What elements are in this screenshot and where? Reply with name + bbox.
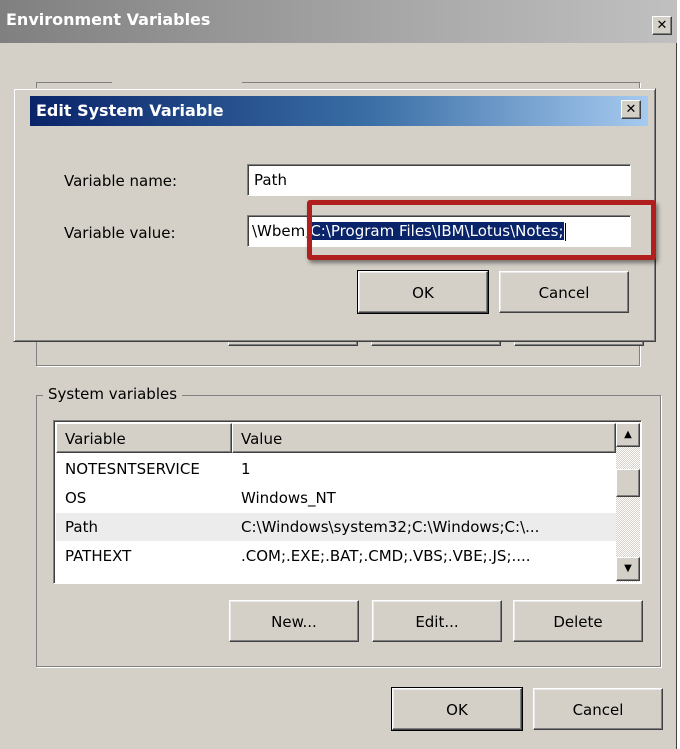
row-variable-name: PATHEXT [65,547,132,565]
variable-name-field[interactable]: Path [247,164,631,196]
user-variables-group-label [112,70,242,84]
system-variables-list[interactable]: Variable Value NOTESNTSERVICE 1 OS Windo… [53,420,642,584]
row-variable-value: Windows_NT [241,489,336,507]
system-delete-button[interactable]: Delete [513,600,643,642]
env-close-button[interactable]: ✕ [652,16,672,35]
table-row-selected[interactable]: Path C:\Windows\system32;C:\Windows;C:\.… [56,513,616,541]
column-header-value[interactable]: Value [232,423,616,453]
env-ok-button[interactable]: OK [391,687,523,731]
dialog-title: Edit System Variable [36,101,224,120]
env-window-title: Environment Variables [6,10,211,29]
system-edit-button[interactable]: Edit... [372,600,502,642]
row-variable-name: Path [65,518,98,536]
table-row[interactable]: OS Windows_NT [56,484,616,512]
row-variable-name: NOTESNTSERVICE [65,460,200,478]
list-header: Variable Value [56,423,616,453]
vertical-scrollbar[interactable]: ▲ ▼ [616,423,640,582]
scroll-up-button[interactable]: ▲ [616,423,640,447]
env-cancel-button[interactable]: Cancel [533,688,663,730]
dialog-cancel-button[interactable]: Cancel [499,271,629,313]
env-titlebar[interactable]: Environment Variables ✕ [0,0,677,43]
table-row[interactable]: PATHEXT .COM;.EXE;.BAT;.CMD;.VBS;.VBE;.J… [56,542,616,570]
row-variable-value: C:\Windows\system32;C:\Windows;C:\... [241,518,540,536]
dialog-close-button[interactable]: ✕ [621,100,641,119]
variable-name-label: Variable name: [64,172,178,190]
table-row[interactable]: NOTESNTSERVICE 1 [56,455,616,483]
dialog-ok-button[interactable]: OK [357,270,489,314]
arrow-up-icon: ▲ [624,429,632,440]
dialog-titlebar[interactable]: Edit System Variable ✕ [30,96,648,126]
text-caret [564,222,566,241]
row-variable-name: OS [65,489,87,507]
scroll-down-button[interactable]: ▼ [616,557,640,581]
close-icon: ✕ [625,102,637,117]
variable-name-value: Path [254,171,287,189]
scroll-thumb[interactable] [616,469,640,497]
column-header-variable[interactable]: Variable [56,423,232,453]
close-icon: ✕ [656,18,668,33]
system-new-button[interactable]: New... [229,600,359,642]
value-selected-text: C:\Program Files\IBM\Lotus\Notes; [310,222,564,240]
value-visible-prefix: \Wbem [252,222,306,240]
system-variables-label: System variables [43,385,183,403]
arrow-down-icon: ▼ [624,563,632,574]
variable-value-label: Variable value: [64,224,176,242]
variable-value-field[interactable]: \Wbem;C:\Program Files\IBM\Lotus\Notes; [247,215,631,247]
row-variable-value: .COM;.EXE;.BAT;.CMD;.VBS;.VBE;.JS;.... [241,547,531,565]
row-variable-value: 1 [241,460,251,478]
